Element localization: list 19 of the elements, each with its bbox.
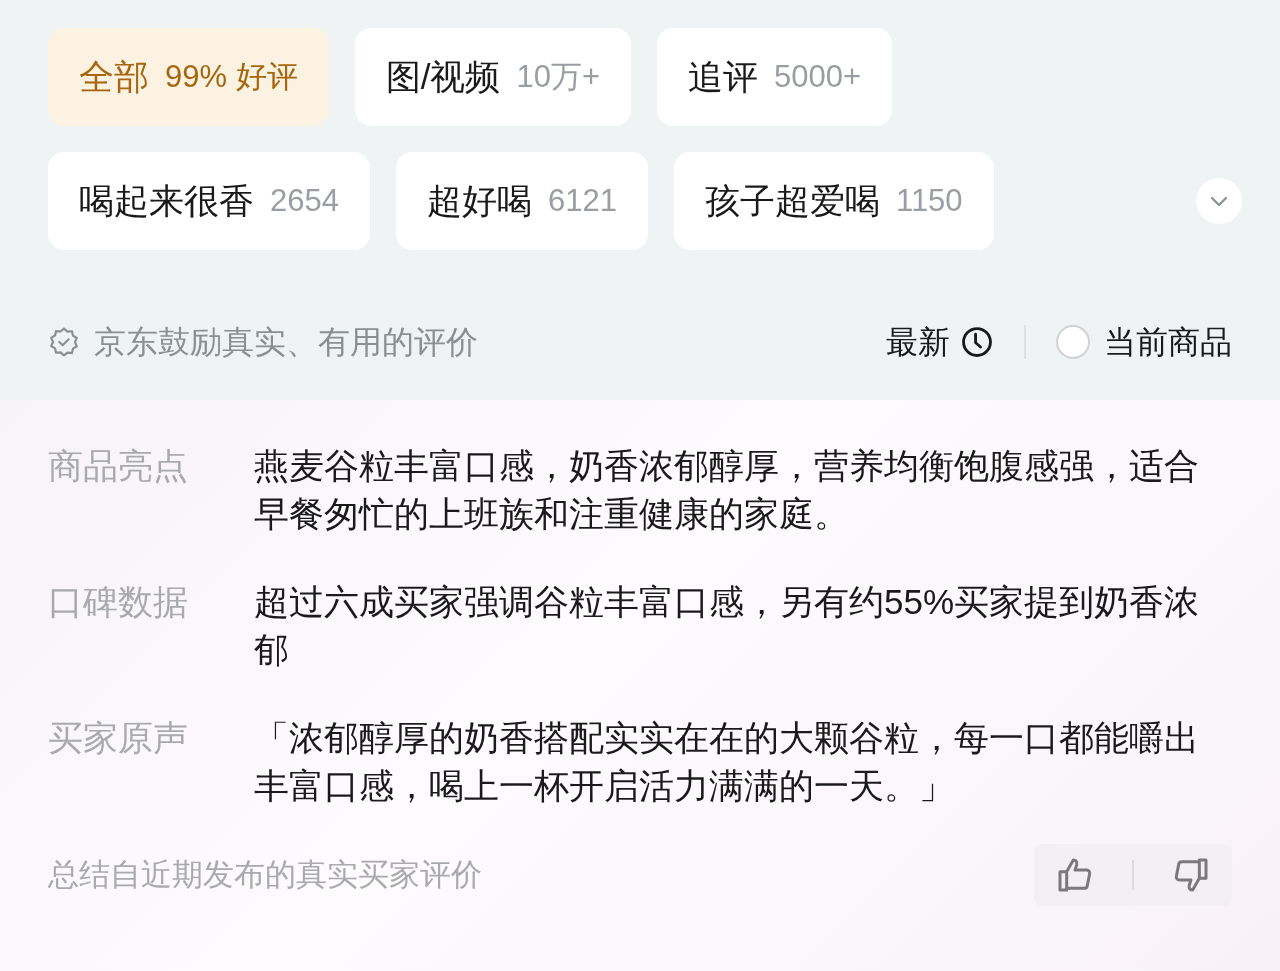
filter-chip[interactable]: 超好喝 6121 — [395, 152, 648, 250]
filter-chip[interactable]: 喝起来很香 2654 — [48, 152, 370, 250]
filter-chip[interactable]: 追评 5000+ — [657, 28, 893, 126]
filter-chip[interactable]: 图/视频 10万+ — [354, 28, 631, 126]
notice-text: 京东鼓励真实、有用的评价 — [94, 323, 478, 362]
current-product-toggle[interactable]: 当前商品 — [1056, 318, 1232, 366]
summary-label: 买家原声 — [48, 717, 189, 759]
clock-icon — [960, 325, 994, 359]
summary-label: 口碑数据 — [48, 581, 189, 623]
summary-label: 商品亮点 — [48, 445, 189, 487]
expand-button[interactable] — [1196, 178, 1242, 224]
summary-text: 「浓郁醇厚的奶香搭配实实在在的大颗谷粒，每一口都能嚼出丰富口感，喝上一杯开启活力满满的一天。」 — [254, 717, 1200, 807]
footer-note: 总结自近期发布的真实买家评价 — [48, 855, 482, 894]
summary-text: 超过六成买家强调谷粒丰富口感，另有约55%买家提到奶香浓郁 — [254, 581, 1201, 671]
summary-text: 燕麦谷粒丰富口感，奶香浓郁醇厚，营养均衡饱腹感强，适合早餐匆忙的上班族和注重健康的家庭。 — [254, 445, 1200, 535]
badge-check-icon — [48, 326, 80, 358]
filter-chip[interactable]: 孩子超爱喝 1150 — [673, 152, 994, 250]
filter-chip[interactable]: 全部 99% 好评 — [48, 28, 329, 126]
sort-button[interactable]: 最新 — [886, 318, 994, 366]
